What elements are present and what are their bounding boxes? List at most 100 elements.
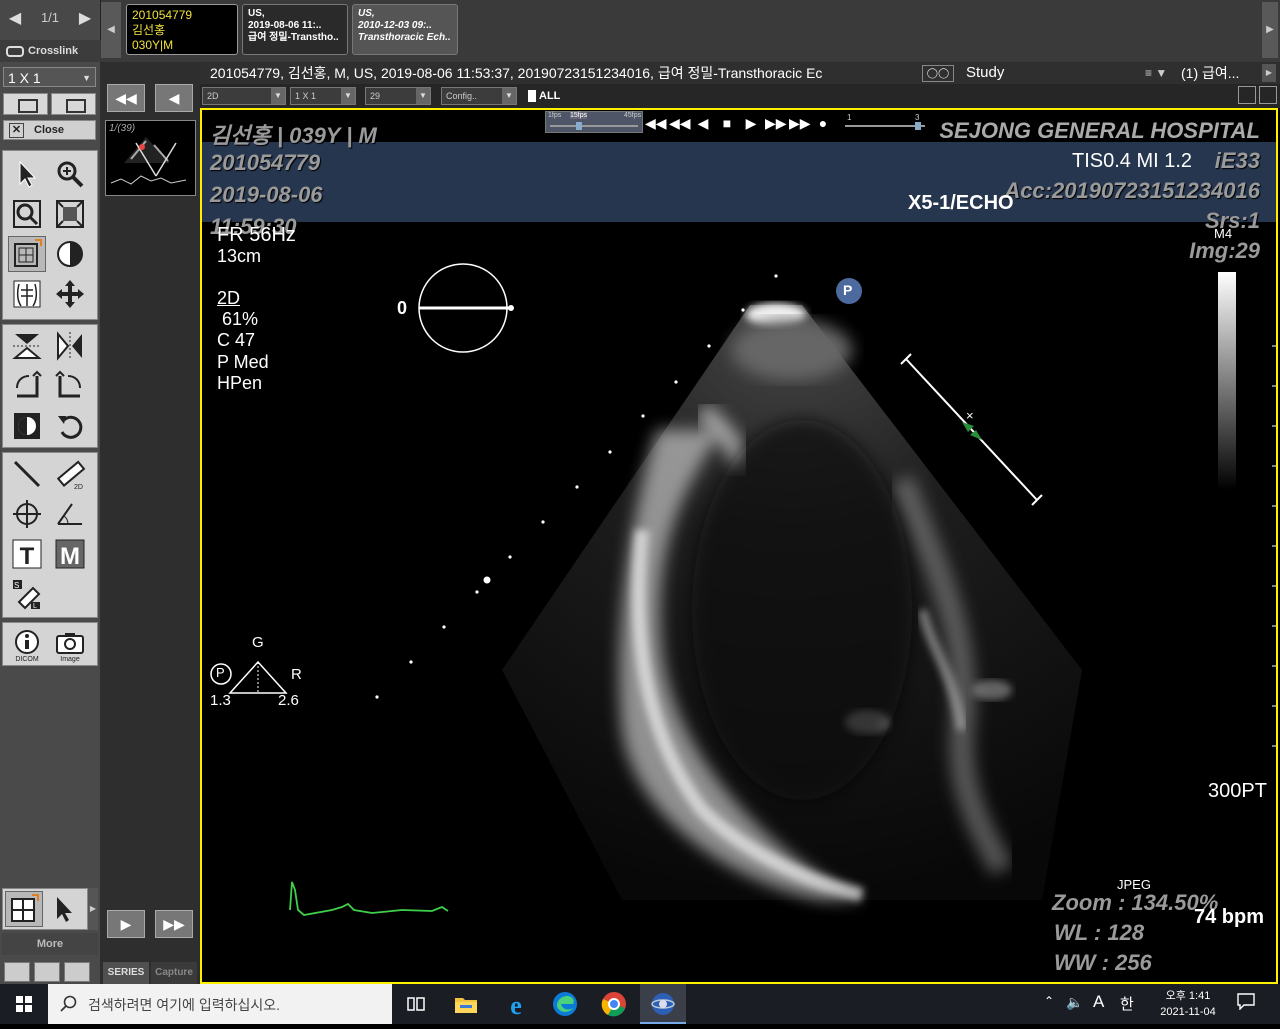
settings-icon[interactable] — [64, 962, 90, 982]
link-icon[interactable]: ◯◯ — [922, 65, 954, 82]
study-age-sex: 030Y|M — [132, 38, 174, 52]
close-button[interactable]: ✕ Close — [3, 120, 96, 140]
film-icon[interactable] — [1259, 86, 1277, 104]
dicom-tool[interactable]: DICOM — [8, 626, 46, 663]
ruler-2d-tool[interactable]: 2D — [51, 456, 89, 492]
internet-explorer-icon[interactable]: e — [502, 990, 530, 1020]
series-prev-button[interactable]: ◀ — [155, 84, 193, 112]
split-view-button[interactable] — [51, 93, 96, 115]
probe-name: X5-1/ECHO — [908, 192, 1014, 214]
crosshair-icon — [13, 500, 41, 528]
chrome-icon[interactable] — [600, 990, 628, 1018]
rewind-icon[interactable]: ◀◀ — [669, 114, 691, 132]
fps-thumb[interactable] — [576, 122, 582, 130]
search-box[interactable]: 검색하려면 여기에 입력하십시오. — [48, 984, 392, 1024]
text-tool[interactable]: T — [8, 536, 46, 572]
study-list-icon[interactable]: ≡ ▼ — [1145, 62, 1167, 84]
point-tool[interactable] — [8, 496, 46, 532]
all-label: ALL — [539, 90, 561, 102]
frame-slider[interactable]: 1 3 — [841, 113, 935, 133]
series-first-button[interactable]: ◀◀ — [107, 84, 145, 112]
next-frame-icon[interactable]: ▶ — [741, 114, 761, 132]
layout-select-2[interactable]: 1 X 1 ▼ — [290, 87, 356, 105]
marker-tool[interactable]: M — [51, 536, 89, 572]
shutter-tool[interactable]: SL — [8, 576, 46, 612]
study-scroll-left[interactable]: ◀ — [101, 2, 121, 58]
tab-series[interactable]: SERIES — [103, 962, 149, 984]
prev-frame-icon[interactable]: ◀ — [693, 114, 713, 132]
select-mode-tool[interactable] — [45, 891, 83, 927]
mode-select[interactable]: 2D ▼ — [202, 87, 286, 105]
task-view-icon[interactable] — [402, 990, 430, 1018]
header-expand-icon[interactable]: ▶ — [1262, 64, 1276, 82]
study-selector[interactable]: (1) 급여... — [1181, 62, 1239, 84]
contrast-tool[interactable] — [51, 236, 89, 272]
series-next-button[interactable]: ▶ — [107, 910, 145, 938]
restore-icon[interactable] — [34, 962, 60, 982]
fps-slider[interactable]: 1fps 15fps 45fps — [545, 111, 643, 133]
frame-select[interactable]: 29 ▼ — [365, 87, 431, 105]
magnifier-icon — [57, 161, 84, 188]
image-capture-tool[interactable]: Image — [51, 626, 89, 663]
study-date-overlay: 2019-08-06 — [210, 182, 323, 207]
study-tab-2019[interactable]: US, 2019-08-06 11:.. 급여 정밀-Transtho.. — [242, 4, 348, 55]
more-button[interactable]: More — [2, 933, 98, 955]
line-tool[interactable] — [8, 456, 46, 492]
window-level-tool[interactable] — [8, 236, 46, 272]
grid-mode-tool[interactable] — [5, 891, 43, 927]
zoom-tool[interactable] — [8, 196, 46, 232]
study-scroll-right[interactable]: ▶ — [1262, 2, 1278, 58]
flip-horizontal-tool[interactable] — [51, 328, 89, 364]
pointer-tool[interactable] — [8, 156, 46, 192]
tile-view-icon[interactable] — [1238, 86, 1256, 104]
ime-mode[interactable]: A — [1093, 992, 1104, 1012]
first-frame-icon[interactable]: ◀◀ — [645, 114, 667, 132]
image-viewport[interactable]: × 김선홍 | 039Y | M 201054779 2019-08-06 11… — [200, 108, 1278, 984]
panel-expand[interactable]: ▶ — [88, 888, 98, 930]
play-icon[interactable]: ▶▶ — [765, 114, 787, 132]
crosslink-button[interactable]: Crosslink — [0, 40, 100, 62]
fit-tool[interactable] — [51, 196, 89, 232]
layout-select[interactable]: 1 X 1 ▼ — [3, 67, 96, 87]
angle-tool[interactable] — [51, 496, 89, 532]
system-clock[interactable]: 오후 1:41 2021-11-04 — [1150, 988, 1226, 1020]
prev-page-icon[interactable]: ◀ — [4, 6, 26, 32]
clock-time: 오후 1:41 — [1165, 990, 1211, 1002]
undo-tool[interactable] — [51, 408, 89, 444]
next-page-icon[interactable]: ▶ — [74, 6, 96, 32]
scout-tool[interactable] — [8, 276, 46, 312]
flip-vertical-tool[interactable] — [8, 328, 46, 364]
rotate-left-tool[interactable] — [8, 368, 46, 404]
invert-tool[interactable] — [8, 408, 46, 444]
svg-text:T: T — [20, 543, 35, 570]
single-view-button[interactable] — [3, 93, 48, 115]
start-button[interactable] — [0, 984, 48, 1024]
ime-hangul[interactable]: 한 — [1120, 993, 1134, 1014]
stop-icon[interactable]: ■ — [717, 114, 737, 132]
config-select[interactable]: Config.. ▼ — [441, 87, 517, 105]
magnify-tool[interactable] — [51, 156, 89, 192]
study-tab-active[interactable]: 201054779 김선홍 030Y|M — [126, 4, 238, 55]
volume-icon[interactable]: 🔈 — [1066, 994, 1083, 1011]
flip-vertical-icon — [12, 334, 42, 359]
show-hidden-icons[interactable]: ⌃ — [1044, 994, 1054, 1008]
record-icon[interactable]: ● — [813, 114, 833, 132]
study-tab-2010[interactable]: US, 2010-12-03 09:.. Transthoracic Ech.. — [352, 4, 458, 55]
frame-thumb[interactable] — [915, 122, 921, 130]
heart-rate: 74 bpm — [1194, 906, 1265, 928]
pan-tool[interactable] — [51, 276, 89, 312]
pacs-app-taskbar[interactable] — [640, 984, 686, 1024]
edge-icon[interactable] — [551, 990, 579, 1018]
notification-icon[interactable] — [1236, 992, 1256, 1011]
file-explorer-icon[interactable] — [452, 990, 480, 1018]
all-button[interactable]: ALL — [528, 87, 560, 105]
tab-capture[interactable]: Capture — [151, 962, 197, 984]
last-frame-icon[interactable]: ▶▶ — [789, 114, 811, 132]
study-label: Study — [966, 64, 1005, 81]
frame-max: 3 — [915, 113, 920, 122]
series-last-button[interactable]: ▶▶ — [155, 910, 193, 938]
minimize-icon[interactable] — [4, 962, 30, 982]
series-thumbnail[interactable]: 1/(39) — [105, 120, 196, 196]
rotate-right-tool[interactable] — [51, 368, 89, 404]
close-icon: ✕ — [9, 123, 24, 138]
